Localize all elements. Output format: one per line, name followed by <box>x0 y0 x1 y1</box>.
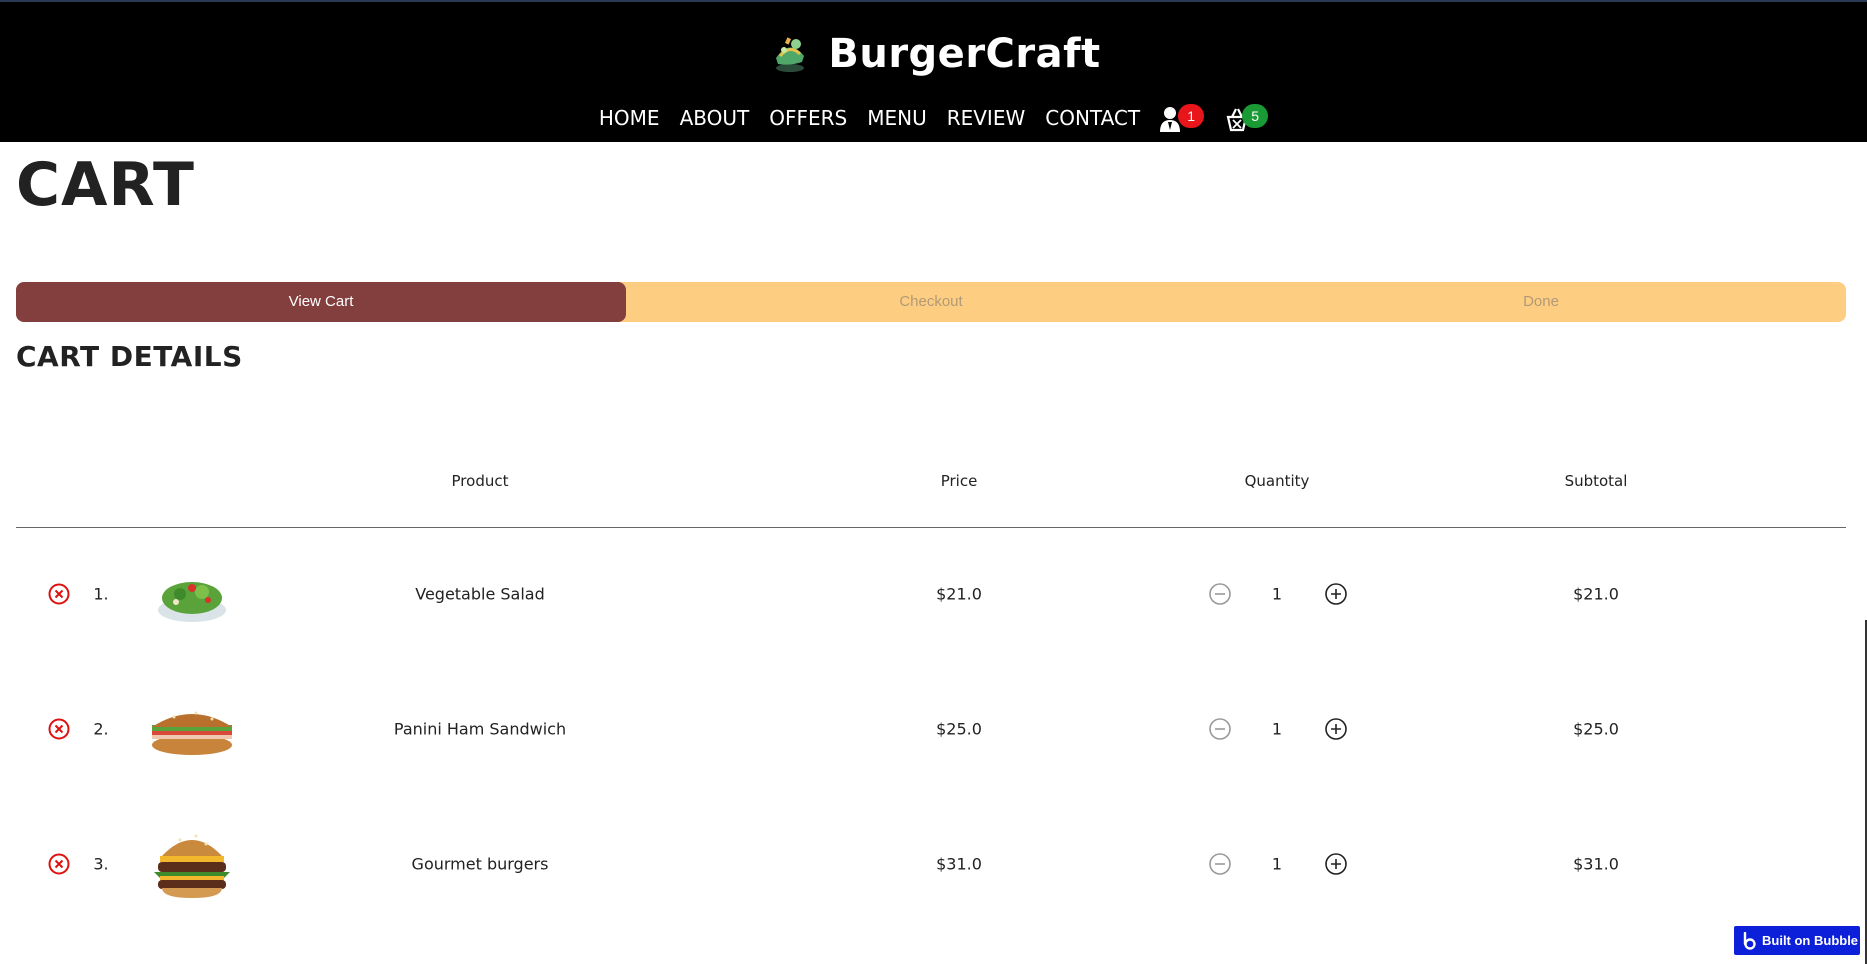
column-price: Price <box>940 472 978 490</box>
quantity-value: 1 <box>1271 719 1283 738</box>
step-checkout[interactable]: Checkout <box>626 282 1236 322</box>
nav-review[interactable]: REVIEW <box>947 106 1026 130</box>
row-subtotal: $25.0 <box>1573 719 1619 738</box>
cart-button[interactable]: 5 <box>1224 102 1269 134</box>
minus-icon[interactable] <box>1208 852 1232 876</box>
nav-about[interactable]: ABOUT <box>680 106 750 130</box>
burger-logo-icon <box>776 37 805 72</box>
remove-item-icon[interactable] <box>48 583 70 605</box>
product-name[interactable]: Gourmet burgers <box>412 854 549 873</box>
brand[interactable]: BurgerCraft <box>0 30 1867 78</box>
bubble-logo-icon <box>1743 931 1756 950</box>
built-on-bubble-label: Built on Bubble <box>1762 933 1859 948</box>
nav-contact[interactable]: CONTACT <box>1045 106 1140 130</box>
cart-badge: 5 <box>1242 104 1269 128</box>
remove-item-icon[interactable] <box>48 718 70 740</box>
product-price: $25.0 <box>936 719 982 738</box>
quantity-value: 1 <box>1271 584 1283 603</box>
remove-item-icon[interactable] <box>48 853 70 875</box>
main-nav: HOME ABOUT OFFERS MENU REVIEW CONTACT 1 … <box>0 102 1867 134</box>
page-title: CART <box>16 150 195 220</box>
step-view-cart[interactable]: View Cart <box>16 282 626 322</box>
column-quantity: Quantity <box>1244 472 1310 490</box>
user-badge: 1 <box>1178 104 1205 128</box>
nav-offers[interactable]: OFFERS <box>769 106 847 130</box>
product-price: $31.0 <box>936 854 982 873</box>
section-title: CART DETAILS <box>16 340 243 373</box>
step-done[interactable]: Done <box>1236 282 1846 322</box>
row-subtotal: $31.0 <box>1573 854 1619 873</box>
plus-icon[interactable] <box>1324 582 1348 606</box>
brand-name: BurgerCraft <box>828 31 1101 77</box>
sandwich-image <box>152 711 232 755</box>
nav-home[interactable]: HOME <box>599 106 660 130</box>
column-product: Product <box>451 472 509 490</box>
cart-table-header: Product Price Quantity Subtotal <box>16 460 1846 528</box>
column-subtotal: Subtotal <box>1564 472 1628 490</box>
nav-menu[interactable]: MENU <box>867 106 927 130</box>
user-account-button[interactable]: 1 <box>1160 102 1205 134</box>
top-navbar: BurgerCraft HOME ABOUT OFFERS MENU REVIE… <box>0 0 1867 142</box>
table-row: 2. Panini Ham Sandwich $25.0 1 $25.0 <box>16 661 1846 796</box>
minus-icon[interactable] <box>1208 582 1232 606</box>
minus-icon[interactable] <box>1208 717 1232 741</box>
checkout-stepper: View Cart Checkout Done <box>16 282 1846 322</box>
row-subtotal: $21.0 <box>1573 584 1619 603</box>
product-price: $21.0 <box>936 584 982 603</box>
burger-image <box>154 834 230 898</box>
table-row: 3. Gourmet burgers $31.0 1 $31.0 <box>16 796 1846 931</box>
salad-image <box>158 581 226 622</box>
row-index: 3. <box>93 854 109 873</box>
table-row: 1. Vegetable Salad $21.0 1 $21.0 <box>16 526 1846 661</box>
row-index: 2. <box>93 719 109 738</box>
plus-icon[interactable] <box>1324 717 1348 741</box>
quantity-value: 1 <box>1271 854 1283 873</box>
plus-icon[interactable] <box>1324 852 1348 876</box>
built-on-bubble-badge[interactable]: Built on Bubble <box>1733 925 1861 956</box>
row-index: 1. <box>93 584 109 603</box>
product-name[interactable]: Vegetable Salad <box>415 584 545 603</box>
product-name[interactable]: Panini Ham Sandwich <box>394 719 566 738</box>
